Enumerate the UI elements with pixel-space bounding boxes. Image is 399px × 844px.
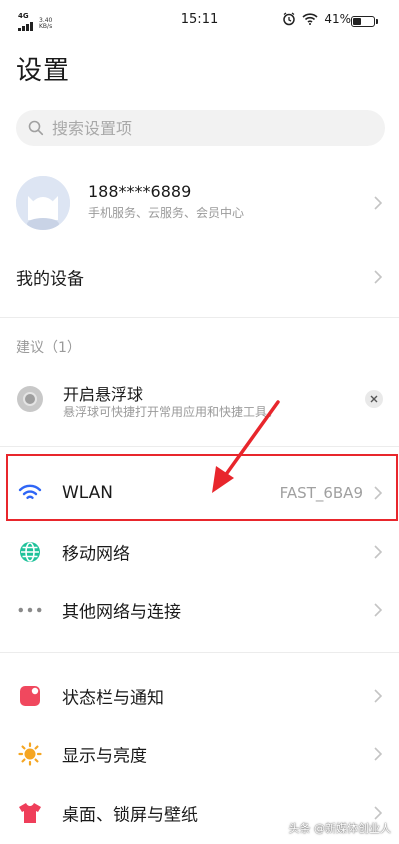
floating-ball-icon	[17, 386, 43, 412]
status-icons: 41%	[282, 12, 351, 26]
chevron-right-icon	[374, 689, 383, 703]
account-row[interactable]: 188****6889 手机服务、云服务、会员中心	[0, 170, 399, 236]
highlight-box	[6, 454, 398, 521]
status-bar-notifications-row[interactable]: 状态栏与通知	[0, 668, 399, 724]
mobile-network-label: 移动网络	[62, 544, 130, 565]
display-brightness-row[interactable]: 显示与亮度	[0, 726, 399, 782]
sun-icon	[18, 742, 42, 766]
suggestion-description: 悬浮球可快捷打开常用应用和快捷工具。	[63, 405, 280, 419]
chevron-right-icon	[374, 196, 383, 210]
divider	[0, 652, 399, 653]
suggestions-header: 建议（1）	[16, 340, 81, 356]
more-dots-icon	[18, 598, 42, 622]
search-bar[interactable]	[16, 110, 385, 146]
account-subtitle: 手机服务、云服务、会员中心	[88, 206, 245, 220]
display-brightness-label: 显示与亮度	[62, 746, 147, 767]
alarm-icon	[283, 12, 296, 26]
mobile-network-row[interactable]: 移动网络	[0, 524, 399, 580]
other-networks-label: 其他网络与连接	[62, 602, 181, 623]
chevron-right-icon	[374, 270, 383, 284]
chevron-right-icon	[374, 747, 383, 761]
my-device-label: 我的设备	[16, 269, 84, 290]
battery-percent: 41%	[324, 12, 351, 26]
chevron-right-icon	[374, 806, 383, 820]
avatar	[16, 176, 70, 230]
battery-icon	[351, 16, 378, 27]
search-input[interactable]	[52, 118, 352, 138]
divider	[0, 446, 399, 447]
dismiss-suggestion-button[interactable]	[365, 390, 383, 408]
other-networks-row[interactable]: 其他网络与连接	[0, 582, 399, 638]
search-icon	[28, 120, 44, 136]
wifi-status-icon	[302, 13, 318, 25]
suggestion-title: 开启悬浮球	[63, 385, 144, 404]
account-name: 188****6889	[88, 182, 192, 201]
divider	[0, 317, 399, 318]
my-device-row[interactable]: 我的设备	[0, 249, 399, 305]
close-icon	[370, 395, 378, 403]
suggestion-floating-ball[interactable]: 开启悬浮球 悬浮球可快捷打开常用应用和快捷工具。	[0, 372, 399, 426]
status-bar: 4G 3.40 KB/s 15:11 41%	[0, 0, 399, 44]
desktop-wallpaper-label: 桌面、锁屏与壁纸	[62, 805, 198, 826]
shirt-icon	[18, 801, 42, 825]
chevron-right-icon	[374, 603, 383, 617]
notification-icon	[18, 684, 42, 708]
chevron-right-icon	[374, 545, 383, 559]
watermark: 头条 @新媒体创业人	[288, 822, 392, 835]
page-title: 设置	[16, 56, 71, 86]
status-bar-notifications-label: 状态栏与通知	[62, 688, 164, 709]
avatar-cat-icon	[16, 176, 70, 230]
globe-icon	[18, 540, 42, 564]
